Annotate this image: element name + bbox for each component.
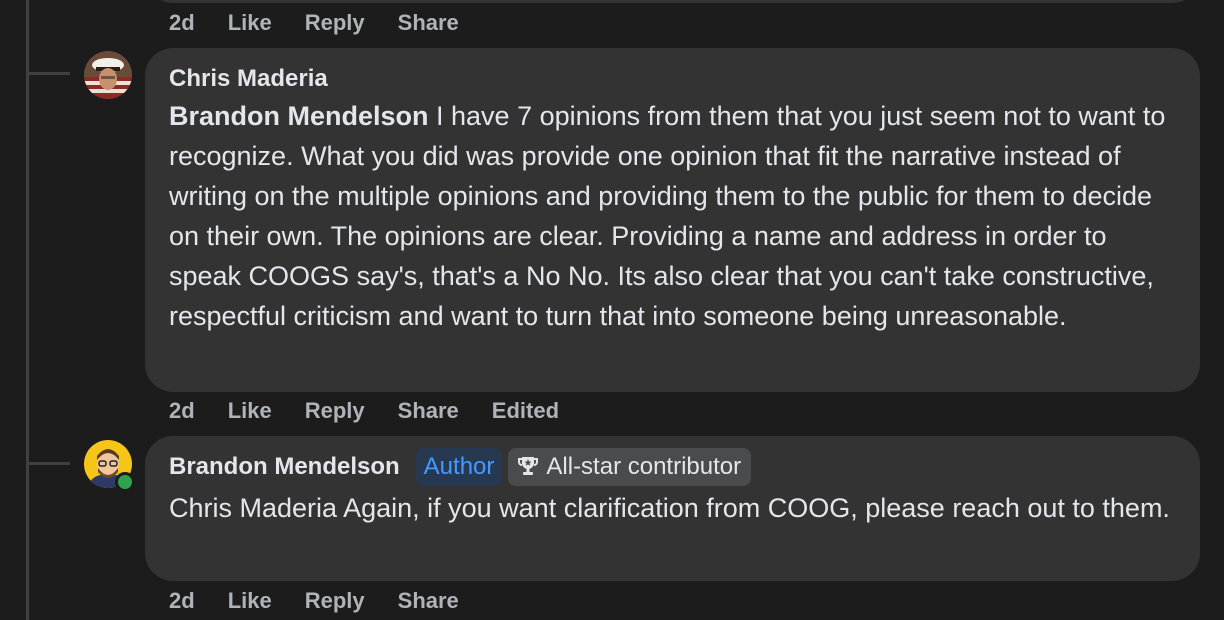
- timestamp[interactable]: 2d: [169, 588, 195, 614]
- thread-line-vertical: [26, 0, 29, 620]
- edited-label[interactable]: Edited: [492, 398, 559, 424]
- author-badge: Author: [415, 448, 503, 486]
- share-button[interactable]: Share: [398, 10, 459, 36]
- timestamp[interactable]: 2d: [169, 10, 195, 36]
- all-star-badge[interactable]: All-star contributor: [508, 448, 752, 486]
- comment-bubble-brandon: Brandon Mendelson Author All-star contri…: [145, 436, 1200, 581]
- comment-body: Brandon Mendelson I have 7 opinions from…: [169, 96, 1176, 336]
- trophy-icon: [518, 457, 539, 475]
- comment-body: Chris Maderia Again, if you want clarifi…: [169, 493, 1170, 523]
- comment-author-name[interactable]: Chris Maderia: [169, 62, 1176, 96]
- like-button[interactable]: Like: [228, 10, 272, 36]
- share-button[interactable]: Share: [398, 588, 459, 614]
- reply-button[interactable]: Reply: [305, 588, 365, 614]
- all-star-label: All-star contributor: [546, 453, 742, 480]
- author-row: Brandon Mendelson Author All-star contri…: [169, 448, 1176, 486]
- previous-comment-actions: 2d Like Reply Share: [169, 10, 492, 36]
- previous-comment-bubble: [145, 0, 1200, 3]
- comment-author-name[interactable]: Brandon Mendelson: [169, 450, 400, 484]
- reply-button[interactable]: Reply: [305, 398, 365, 424]
- timestamp[interactable]: 2d: [169, 398, 195, 424]
- mention-link[interactable]: Brandon Mendelson: [169, 101, 429, 131]
- avatar-photo-icon: [84, 51, 132, 99]
- like-button[interactable]: Like: [228, 588, 272, 614]
- comment-thread: 2d Like Reply Share Chris Maderia Brando…: [0, 0, 1224, 620]
- comment-bubble-chris: Chris Maderia Brandon Mendelson I have 7…: [145, 48, 1200, 392]
- comment-actions-brandon: 2d Like Reply Share: [169, 588, 492, 614]
- comment-text: I have 7 opinions from them that you jus…: [169, 101, 1166, 331]
- share-button[interactable]: Share: [398, 398, 459, 424]
- thread-line-branch-2: [26, 462, 70, 465]
- avatar-chris-maderia[interactable]: [84, 51, 132, 99]
- like-button[interactable]: Like: [228, 398, 272, 424]
- thread-line-branch-1: [26, 72, 70, 75]
- comment-actions-chris: 2d Like Reply Share Edited: [169, 398, 592, 424]
- online-status-icon: [115, 472, 135, 492]
- reply-button[interactable]: Reply: [305, 10, 365, 36]
